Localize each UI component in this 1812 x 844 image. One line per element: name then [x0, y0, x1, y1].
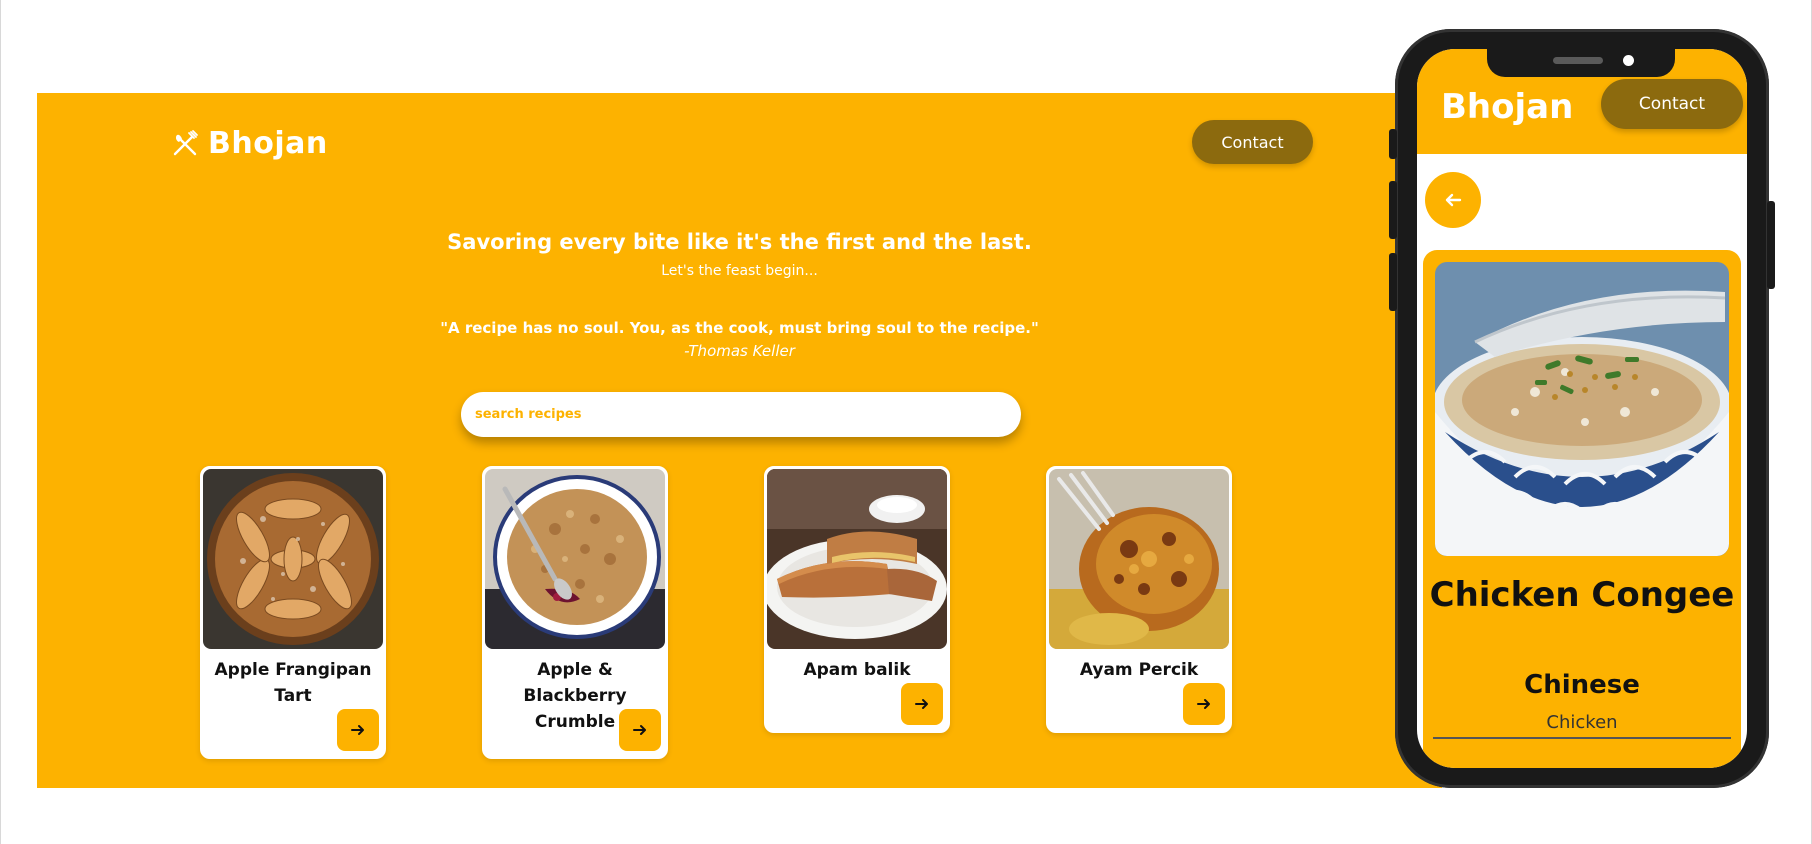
meal-detail-card: Chicken Congee Chinese Chicken [1423, 250, 1741, 768]
open-recipe-button[interactable] [619, 709, 661, 751]
recipe-card[interactable]: Ayam Percik [1046, 466, 1232, 733]
phone-camera [1623, 55, 1634, 66]
meal-area: Chinese [1524, 670, 1640, 700]
congee-bowl-photo [1435, 262, 1729, 556]
arrow-right-icon [915, 699, 928, 709]
phone-volume-up [1389, 181, 1397, 239]
grilled-chicken-photo [1049, 469, 1229, 649]
quote-author: -Thomas Keller [684, 342, 795, 360]
phone-silent-switch [1389, 129, 1397, 159]
recipe-card[interactable]: Apple Frangipan Tart [200, 466, 386, 759]
utensils-crossed-icon [173, 129, 198, 155]
mobile-contact-button[interactable]: Contact [1601, 79, 1743, 129]
search-input[interactable] [461, 392, 1021, 437]
arrow-right-icon [351, 725, 364, 735]
phone-notch [1487, 49, 1675, 77]
apple-tart-photo [203, 469, 383, 649]
phone-mockup: Bhojan Contact Chicken Congee Chinese Ch… [1389, 29, 1775, 788]
recipe-card[interactable]: Apple & Blackberry Crumble [482, 466, 668, 759]
back-button[interactable] [1425, 172, 1481, 228]
arrow-right-icon [1197, 699, 1210, 709]
hero-title: Savoring every bite like it's the first … [447, 230, 1032, 254]
desktop-preview: Bhojan Contact Savoring every bite like … [37, 93, 1442, 788]
arrow-right-icon [633, 725, 646, 735]
meal-title: Chicken Congee [1429, 575, 1735, 615]
open-recipe-button[interactable] [901, 683, 943, 725]
brand-logo[interactable]: Bhojan [170, 126, 328, 161]
phone-volume-down [1389, 253, 1397, 311]
phone-screen: Bhojan Contact Chicken Congee Chinese Ch… [1417, 49, 1747, 768]
hero-quote: "A recipe has no soul. You, as the cook,… [440, 319, 1039, 337]
recipe-name: Apam balik [803, 660, 911, 680]
recipe-card[interactable]: Apam balik [764, 466, 950, 733]
pancake-photo [767, 469, 947, 649]
brand-name: Bhojan [208, 126, 328, 161]
open-recipe-button[interactable] [1183, 683, 1225, 725]
phone-power-button [1767, 201, 1775, 289]
recipe-name: Apple Frangipan Tart [214, 660, 372, 706]
recipe-name: Ayam Percik [1079, 660, 1199, 680]
hero-subtitle: Let's the feast begin... [661, 263, 818, 279]
mobile-brand-name[interactable]: Bhojan [1441, 87, 1573, 127]
arrow-left-icon [1445, 193, 1462, 207]
open-recipe-button[interactable] [337, 709, 379, 751]
phone-speaker [1553, 57, 1603, 64]
page-frame: Bhojan Contact Savoring every bite like … [0, 0, 1812, 844]
contact-button[interactable]: Contact [1192, 120, 1313, 164]
crumble-photo [485, 469, 665, 649]
divider [1433, 737, 1731, 739]
meal-category: Chicken [1546, 712, 1618, 733]
